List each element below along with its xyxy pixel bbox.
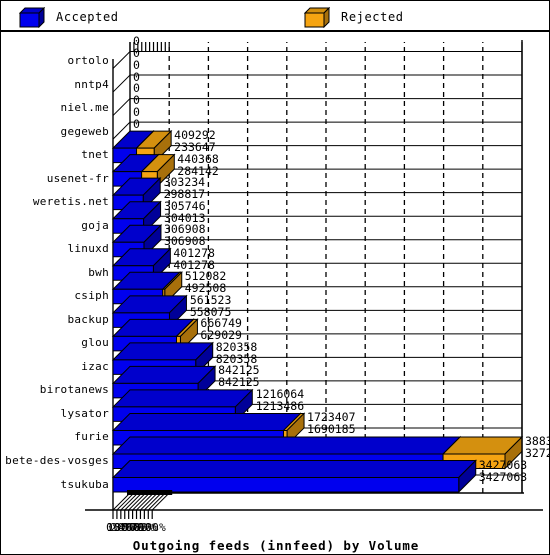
y-axis-label: furie bbox=[74, 430, 109, 444]
cube-icon-accepted bbox=[19, 6, 45, 28]
bar-accepted-value: 0 bbox=[133, 116, 140, 131]
chart-plot-area: tsukuba bete-des-vosges furie lysator birota… bbox=[1, 32, 549, 554]
bar-accepted-value: 233647 bbox=[174, 140, 216, 155]
bar-accepted-value: 820358 bbox=[215, 351, 258, 366]
bar-total-value: 305746 bbox=[163, 198, 206, 213]
chart-legend: Accepted Rejected bbox=[1, 1, 549, 32]
bar-total-value: 3427063 bbox=[478, 457, 528, 472]
y-axis-label: glou bbox=[81, 336, 109, 350]
bar-total-value: 0 bbox=[133, 104, 140, 119]
y-axis-label: birotanews bbox=[39, 383, 109, 397]
y-axis-label: gegeweb bbox=[60, 124, 109, 138]
bar-accepted-value: 284142 bbox=[177, 163, 219, 178]
legend-label-rejected: Rejected bbox=[341, 10, 404, 24]
bar-accepted-value: 842125 bbox=[218, 375, 260, 390]
bar-accepted-value: 1690185 bbox=[307, 422, 356, 437]
y-axis-label: niel.me bbox=[60, 101, 109, 115]
y-axis-label: izac bbox=[81, 359, 109, 373]
bar-accepted-value: 558075 bbox=[189, 304, 232, 319]
bar-accepted-value: 304013 bbox=[163, 210, 206, 225]
legend-label-accepted: Accepted bbox=[56, 10, 119, 24]
y-axis-label: csiph bbox=[74, 289, 109, 303]
y-axis-label: weretis.net bbox=[32, 195, 109, 209]
bar-accepted-value: 0 bbox=[133, 69, 140, 84]
bar-accepted-value: 401278 bbox=[173, 257, 215, 272]
bar-accepted-value: 3427063 bbox=[478, 469, 528, 484]
y-axis-label: goja bbox=[81, 218, 109, 232]
bar-accepted-value: 1213486 bbox=[255, 398, 305, 413]
bar-total-value: 561523 bbox=[189, 292, 232, 307]
y-axis-label: nntp4 bbox=[74, 77, 109, 91]
bar-accepted-value: 298817 bbox=[163, 187, 206, 202]
legend-item-accepted: Accepted bbox=[19, 6, 119, 28]
x-axis-tick-label: 100% bbox=[138, 521, 167, 534]
bar-total-value: 0 bbox=[133, 57, 140, 72]
legend-item-rejected: Rejected bbox=[304, 6, 404, 28]
x-axis-title: Outgoing feeds (innfeed) by Volume bbox=[132, 538, 420, 553]
y-axis-label: linuxd bbox=[67, 242, 109, 256]
y-axis-label: tsukuba bbox=[60, 477, 109, 491]
bar-accepted-value: 629029 bbox=[200, 328, 242, 343]
y-axis-label: ortolo bbox=[67, 54, 109, 68]
y-axis-label: usenet-fr bbox=[46, 171, 109, 185]
bar-accepted-value: 306908 bbox=[163, 234, 206, 249]
bar-accepted-value: 0 bbox=[133, 46, 140, 61]
bar-accepted-value: 0 bbox=[133, 93, 140, 108]
bar-accepted-value: 3272192 bbox=[525, 445, 549, 460]
cube-icon-rejected bbox=[304, 6, 330, 28]
y-axis-label: backup bbox=[67, 312, 109, 326]
bar-total-value: 440368 bbox=[177, 151, 219, 166]
bar-accepted-value: 492508 bbox=[184, 281, 227, 296]
y-axis-label: lysator bbox=[60, 406, 109, 420]
chart-window: Accepted Rejected tsukuba bete-des-vosges… bbox=[0, 0, 550, 555]
bar-total-value: 401278 bbox=[173, 245, 215, 260]
y-axis-label: tnet bbox=[81, 148, 109, 162]
y-axis-label: bete-des-vosges bbox=[5, 453, 109, 467]
y-axis-label: bwh bbox=[88, 265, 109, 279]
